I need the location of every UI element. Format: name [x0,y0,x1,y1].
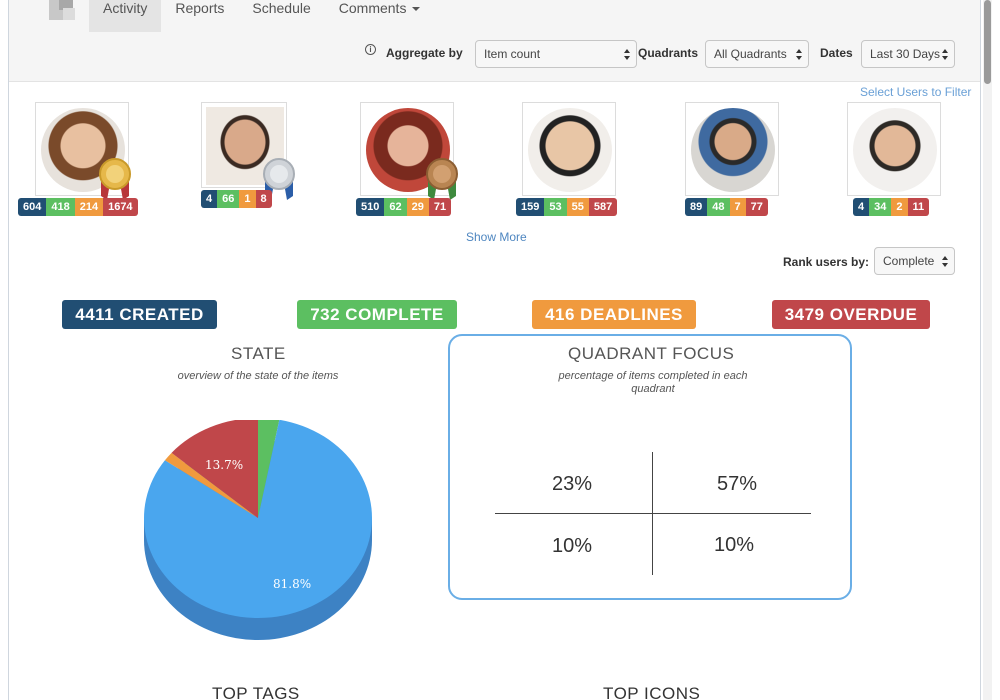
created-count: 510 [356,198,385,216]
user-stats: 4 34 2 11 [853,198,930,216]
bronze-medal-icon [426,158,458,200]
complete-count: 53 [544,198,567,216]
complete-count: 66 [217,190,240,208]
app-window: Activity Reports Schedule Comments i Agg… [0,0,1000,700]
nav-tabs: Activity Reports Schedule Comments [89,0,434,32]
rank-label: Rank users by: [783,255,870,269]
tab-activity[interactable]: Activity [89,0,162,32]
deadlines-total-badge[interactable]: 416 DEADLINES [532,300,696,329]
deadline-count: 29 [406,198,429,216]
window-border-right [980,0,981,700]
dates-select-value: Last 30 Days [870,47,941,61]
created-count: 604 [18,198,47,216]
tab-reports[interactable]: Reports [161,0,238,32]
dates-select[interactable]: Last 30 Days [861,40,955,68]
created-count: 4 [853,198,870,216]
app-logo[interactable] [49,0,83,20]
quadrant-horizontal-axis [495,513,811,514]
created-count: 4 [201,190,218,208]
top-icons-title: TOP ICONS [603,684,701,700]
aggregate-select[interactable]: Item count [475,40,637,68]
aggregate-label: Aggregate by [386,46,463,60]
quadrants-label: Quadrants [638,46,699,60]
gold-medal-icon [99,158,131,200]
quadrant-bottom-right-value: 10% [714,534,755,556]
quadrant-title: QUADRANT FOCUS [568,344,735,363]
quadrant-top-right-value: 57% [717,473,758,495]
show-more-link[interactable]: Show More [466,230,527,244]
tab-comments-label: Comments [338,0,407,16]
quadrant-subtitle-line2: quadrant [631,383,675,395]
deadline-count: 1 [239,190,256,208]
quadrant-vertical-axis [652,452,653,575]
created-total-badge[interactable]: 4411 CREATED [62,300,217,329]
avatar[interactable] [853,108,937,192]
complete-count: 34 [869,198,892,216]
rank-select[interactable]: Complete [874,247,955,275]
state-subtitle: overview of the state of the items [177,370,339,382]
quadrants-select-value: All Quadrants [714,47,787,61]
avatar[interactable] [528,108,612,192]
state-title: STATE [231,344,286,363]
complete-count: 48 [707,198,730,216]
chevron-down-icon [412,7,421,12]
scrollbar-track[interactable] [983,0,992,700]
user-stats: 89 48 7 77 [685,198,768,216]
deadline-count: 2 [891,198,908,216]
created-count: 89 [685,198,708,216]
select-arrows-icon [942,256,948,268]
pie-label-red: 13.7% [205,458,244,472]
overdue-count: 11 [907,198,930,216]
state-pie-chart[interactable] [130,420,390,650]
window-border-left [8,0,9,700]
complete-count: 418 [46,198,75,216]
tab-schedule[interactable]: Schedule [238,0,324,32]
deadline-count: 214 [74,198,104,216]
quadrant-top-left-value: 23% [552,473,593,495]
created-count: 159 [516,198,545,216]
rank-select-value: Complete [883,254,935,268]
filter-bar: i Aggregate by Item count Quadrants All … [9,40,980,70]
deadline-count: 55 [566,198,589,216]
avatar[interactable] [691,108,775,192]
tab-comments[interactable]: Comments [325,0,435,32]
user-stats: 159 53 55 587 [516,198,618,216]
quadrant-bottom-left-value: 10% [552,535,593,557]
select-arrows-icon [942,49,948,61]
quadrant-subtitle-line1: percentage of items completed in each [558,370,748,382]
header-bar: Activity Reports Schedule Comments i Agg… [9,0,980,82]
user-stats: 510 62 29 71 [356,198,452,216]
overdue-count: 1674 [103,198,138,216]
complete-total-badge[interactable]: 732 COMPLETE [297,300,457,329]
select-arrows-icon [624,49,630,61]
overdue-count: 587 [588,198,618,216]
user-stats: 4 66 1 8 [201,190,272,208]
user-card-frame [847,102,941,196]
overdue-count: 8 [255,190,272,208]
info-icon[interactable]: i [365,44,376,55]
complete-count: 62 [384,198,407,216]
user-card-frame [685,102,779,196]
pie-label-blue: 81.8% [273,577,312,591]
aggregate-select-value: Item count [484,47,541,61]
dates-label: Dates [820,46,853,60]
overdue-count: 77 [745,198,768,216]
deadline-count: 7 [729,198,746,216]
select-arrows-icon [796,49,802,61]
overdue-total-badge[interactable]: 3479 OVERDUE [772,300,930,329]
overdue-count: 71 [428,198,452,216]
top-tags-title: TOP TAGS [212,684,300,700]
user-card-frame [522,102,616,196]
quadrants-select[interactable]: All Quadrants [705,40,809,68]
scrollbar-thumb[interactable] [984,0,991,84]
user-stats: 604 418 214 1674 [18,198,138,216]
select-users-link[interactable]: Select Users to Filter [860,85,971,99]
pie-chart-slices [144,420,372,618]
